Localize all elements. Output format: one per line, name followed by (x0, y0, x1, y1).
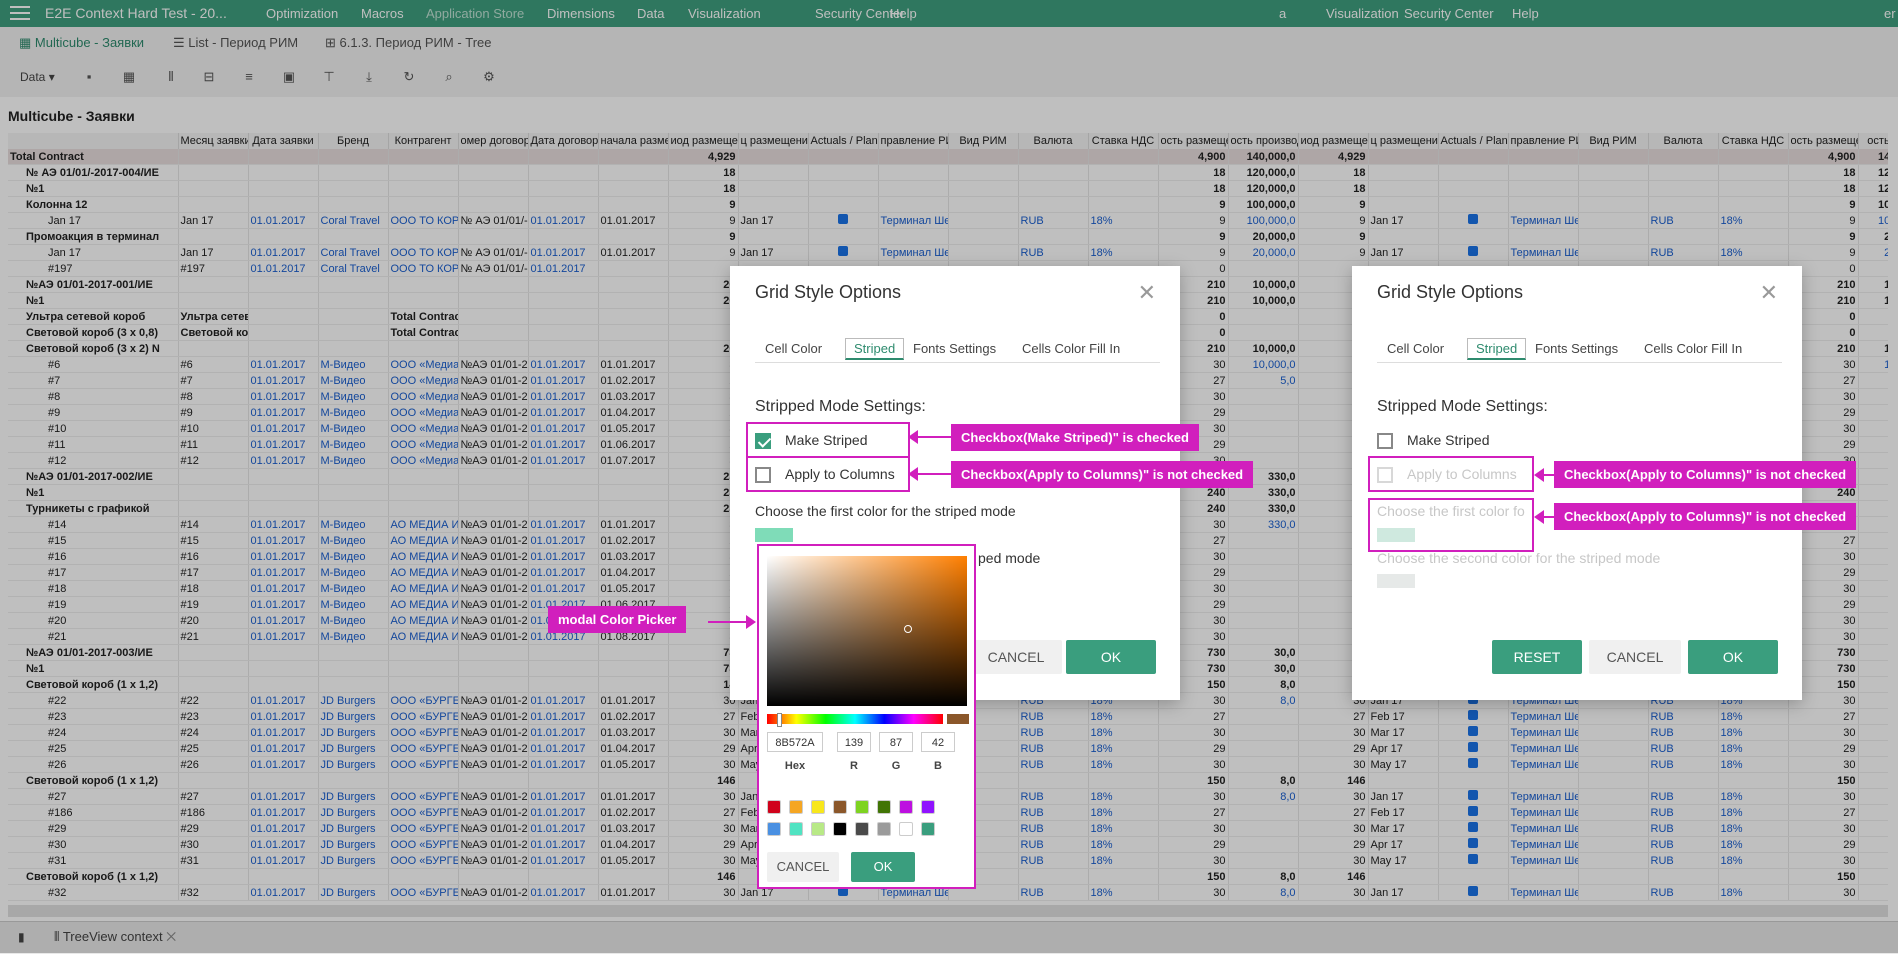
first-color-label: Choose the first color for the striped m… (755, 503, 1016, 519)
b-label: B (934, 760, 942, 772)
dialog-title: Grid Style Options (755, 282, 902, 302)
color-swatch[interactable] (877, 822, 891, 836)
make-striped-label: Make Striped (1407, 432, 1490, 448)
color-swatch[interactable] (831, 798, 849, 816)
color-swatch[interactable] (921, 822, 935, 836)
color-swatch[interactable] (899, 822, 913, 836)
saturation-value-area[interactable] (767, 556, 967, 706)
r-input[interactable]: 139 (837, 732, 871, 752)
second-color-label: ped mode (978, 550, 1041, 566)
color-swatch[interactable] (789, 822, 803, 836)
make-striped-checkbox[interactable] (1377, 433, 1393, 450)
callout-right-apply-columns-2: Checkbox(Apply to Columns)" is not check… (1554, 503, 1857, 530)
picker-ok-button[interactable]: OK (851, 852, 915, 882)
color-swatch[interactable] (767, 800, 781, 814)
hex-input[interactable]: 8B572A (767, 732, 823, 752)
callout-arrowhead (746, 615, 756, 629)
r-label: R (850, 760, 858, 772)
color-swatch[interactable] (921, 800, 935, 814)
highlight-right-apply-columns (1368, 456, 1534, 492)
close-icon[interactable]: ✕ (1760, 280, 1778, 306)
reset-button[interactable]: RESET (1492, 640, 1582, 674)
tab-cell-color[interactable]: Cell Color (765, 341, 822, 356)
first-color-swatch[interactable] (755, 528, 793, 542)
b-input[interactable]: 42 (921, 732, 955, 752)
ok-button[interactable]: OK (1688, 640, 1778, 674)
dialog-tabs: Cell Color Striped Fonts Settings Cells … (755, 336, 1160, 363)
tab-striped[interactable]: Striped (845, 338, 905, 360)
color-swatch[interactable] (767, 822, 781, 836)
tab-fonts-settings[interactable]: Fonts Settings (913, 341, 996, 356)
color-swatch[interactable] (833, 822, 847, 836)
picker-cancel-button[interactable]: CANCEL (767, 852, 839, 882)
callout-arrow (918, 436, 952, 438)
dialog-tabs: Cell Color Striped Fonts Settings Cells … (1377, 336, 1782, 363)
tab-cells-color-fill-in[interactable]: Cells Color Fill In (1644, 341, 1742, 356)
tab-cells-color-fill-in[interactable]: Cells Color Fill In (1022, 341, 1120, 356)
highlight-apply-columns (746, 456, 910, 492)
highlight-make-striped (746, 422, 910, 458)
tab-fonts-settings[interactable]: Fonts Settings (1535, 341, 1618, 356)
g-input[interactable]: 87 (879, 732, 913, 752)
cancel-button[interactable]: CANCEL (970, 640, 1062, 674)
color-swatch[interactable] (899, 800, 913, 814)
color-swatch[interactable] (811, 822, 825, 836)
tab-striped[interactable]: Striped (1467, 338, 1527, 360)
color-swatch[interactable] (855, 822, 869, 836)
hex-label: Hex (784, 760, 806, 772)
callout-arrowhead (908, 467, 918, 481)
tab-cell-color[interactable]: Cell Color (1387, 341, 1444, 356)
section-title: Stripped Mode Settings: (1377, 398, 1548, 415)
color-swatch[interactable] (811, 800, 825, 814)
hue-handle[interactable] (777, 713, 782, 727)
color-picker-modal: 8B572A 139 87 42 Hex R G B CANCEL OK (757, 544, 976, 889)
second-color-swatch (1377, 574, 1415, 588)
highlight-right-first-color (1368, 498, 1534, 552)
callout-modal-picker: modal Color Picker (548, 606, 687, 633)
second-color-label: Choose the second color for the striped … (1377, 550, 1661, 566)
close-icon[interactable]: ✕ (1138, 280, 1156, 306)
color-swatch[interactable] (855, 800, 869, 814)
callout-arrowhead (1534, 510, 1544, 524)
hue-slider[interactable] (767, 713, 943, 727)
callout-right-apply-columns-1: Checkbox(Apply to Columns)" is not check… (1554, 461, 1857, 488)
color-swatch[interactable] (789, 800, 803, 814)
color-preview (947, 714, 969, 724)
callout-arrow (918, 473, 952, 475)
color-swatch[interactable] (877, 800, 891, 814)
callout-arrowhead (908, 430, 918, 444)
picker-cursor[interactable] (904, 625, 912, 633)
cancel-button[interactable]: CANCEL (1589, 640, 1681, 674)
section-title: Stripped Mode Settings: (755, 398, 926, 415)
callout-arrow (708, 621, 748, 623)
ok-button[interactable]: OK (1066, 640, 1156, 674)
callout-apply-columns: Checkbox(Apply to Columns)" is not check… (951, 461, 1254, 488)
callout-make-striped: Checkbox(Make Striped)" is checked (951, 424, 1199, 451)
dialog-title: Grid Style Options (1377, 282, 1524, 302)
make-striped-checkbox-row[interactable]: Make Striped (1377, 432, 1490, 450)
g-label: G (891, 760, 901, 772)
callout-arrowhead (1534, 468, 1544, 482)
